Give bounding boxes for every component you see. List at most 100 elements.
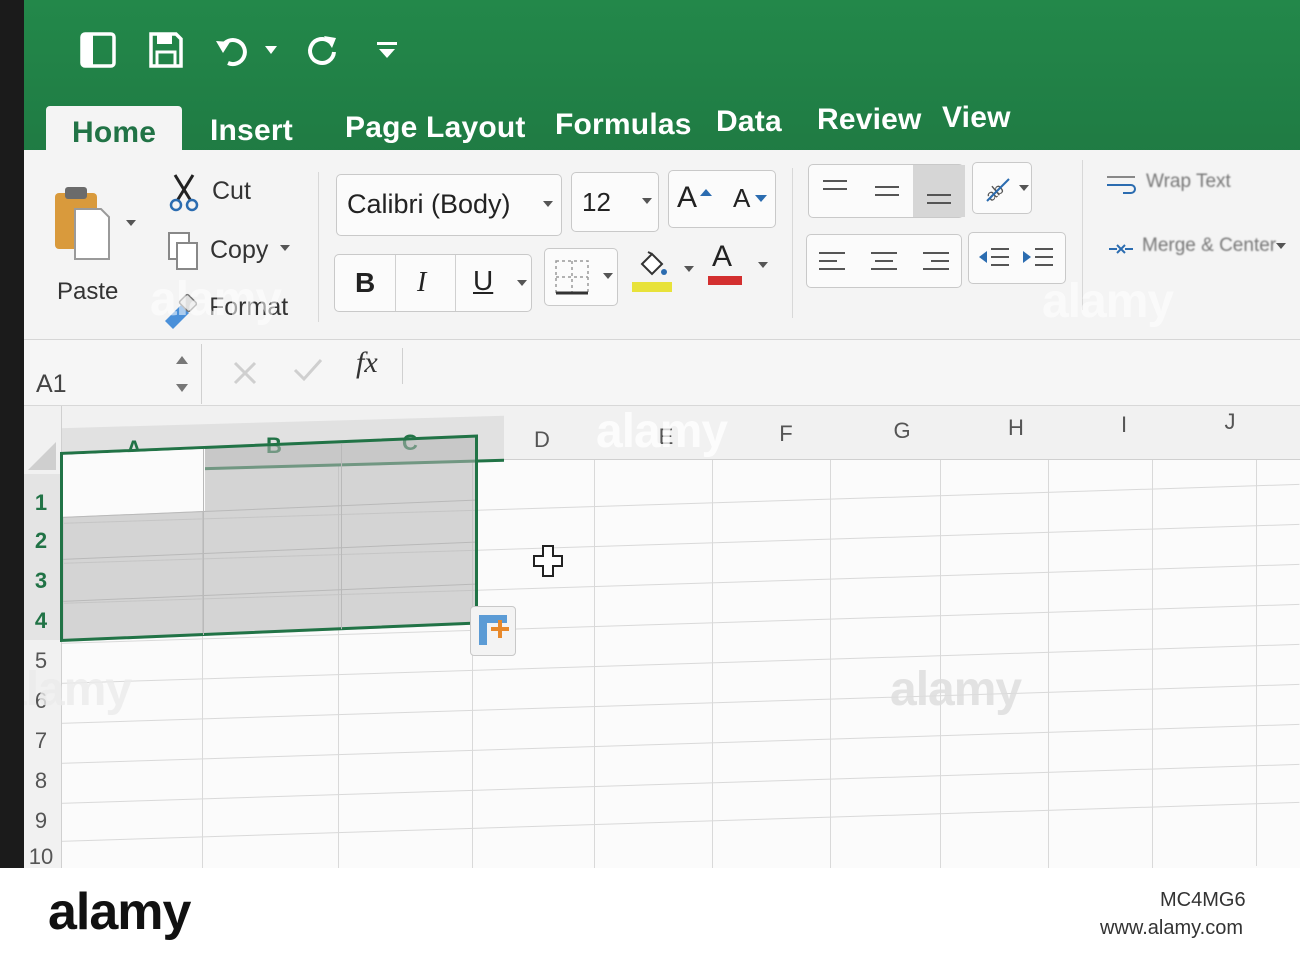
italic-button[interactable]: I [417,267,426,299]
undo-dropdown-icon[interactable] [262,28,280,72]
cancel-icon[interactable] [232,360,258,386]
tab-review[interactable]: Review [817,103,922,137]
insert-function-button[interactable]: fx [356,346,378,380]
grid-column-line [712,436,713,868]
wrap-text-button[interactable]: Wrap Text [1146,171,1231,193]
font-grow-shrink-group: A A [668,170,776,228]
column-header-i[interactable]: I [1104,412,1144,438]
paste-dropdown-icon[interactable] [126,220,136,226]
paste-button[interactable]: Paste [57,278,118,306]
formula-input[interactable] [410,346,1290,386]
font-color-button[interactable]: A [704,240,774,298]
text-orientation-icon: ab [983,178,1010,205]
enter-check-icon[interactable] [292,356,324,384]
underline-dropdown-icon[interactable] [517,280,527,286]
watermark-overlay-text: alamy [1042,275,1174,328]
grid-row-line [24,643,1300,685]
column-header-f[interactable]: F [766,421,806,447]
column-header-g[interactable]: G [882,418,922,444]
copy-button[interactable]: Copy [210,236,268,265]
name-box[interactable]: A1 [24,344,202,404]
watermark-image-id: MC4MG6 [1160,889,1246,911]
shrink-font-button[interactable]: A [733,183,750,214]
row-header-1[interactable]: 1 [26,490,56,516]
undo-icon[interactable] [212,28,256,72]
divider [395,255,396,311]
tab-formulas[interactable]: Formulas [555,108,692,142]
arrow-up-icon [700,189,712,196]
grid-row-line [24,683,1300,725]
wrap-text-icon[interactable] [1104,172,1140,198]
row-header-8[interactable]: 8 [26,768,56,794]
merge-center-button[interactable]: Merge & Center [1142,235,1276,257]
align-top-icon[interactable] [821,175,849,201]
fill-color-swatch [632,282,672,292]
merge-dropdown-icon[interactable] [1276,243,1286,249]
save-icon[interactable] [146,28,186,72]
merge-center-icon[interactable] [1104,236,1138,262]
align-left-icon[interactable] [817,249,847,277]
grid-row-line [24,723,1300,765]
grid-row-line [24,763,1300,805]
watermark-overlay-text: alamy [890,663,1022,716]
scissors-icon[interactable] [166,172,202,214]
column-header-d[interactable]: D [522,427,562,453]
font-size-dropdown[interactable]: 12 [571,172,659,232]
chevron-down-icon [603,273,613,279]
divider [455,255,456,311]
font-style-group: B I U [334,254,532,312]
divider [402,348,403,384]
align-right-icon[interactable] [921,249,951,277]
customize-toolbar-icon[interactable] [372,28,402,72]
chevron-down-icon [642,198,652,204]
horizontal-align-group [806,234,962,288]
tab-view[interactable]: View [942,101,1011,135]
grow-font-button[interactable]: A [677,181,697,215]
row-header-7[interactable]: 7 [26,728,56,754]
underline-button[interactable]: U [473,265,493,297]
arrow-down-icon [755,195,767,202]
row-header-4[interactable]: 4 [26,608,56,634]
quick-analysis-button[interactable] [470,606,516,656]
column-header-h[interactable]: H [996,415,1036,441]
worksheet-grid[interactable]: ABCDEFGHIJ 12345678910 [24,406,1300,868]
cut-button[interactable]: Cut [212,177,251,206]
decrease-indent-icon[interactable] [977,245,1011,273]
screen-bezel [0,0,24,868]
font-size-value: 12 [582,187,611,217]
watermark-band [0,868,1300,957]
bold-button[interactable]: B [355,267,375,299]
font-name-dropdown[interactable]: Calibri (Body) [336,174,562,236]
row-header-3[interactable]: 3 [26,568,56,594]
row-header-2[interactable]: 2 [26,528,56,554]
row-header-10[interactable]: 10 [26,844,56,868]
grid-line [63,583,475,602]
sidebar-toggle-icon[interactable] [76,28,120,72]
name-box-value: A1 [36,370,67,398]
copy-dropdown-icon[interactable] [280,245,290,251]
paint-bucket-icon [640,251,667,276]
orientation-dropdown[interactable]: ab [972,162,1032,214]
align-center-icon[interactable] [869,249,899,277]
grid-column-line [940,432,941,868]
increase-indent-icon[interactable] [1021,245,1055,273]
row-header-9[interactable]: 9 [26,808,56,834]
vertical-align-group [808,164,965,218]
name-box-stepper-icon[interactable] [174,352,190,396]
align-middle-icon[interactable] [873,179,901,205]
column-header-j[interactable]: J [1210,409,1250,435]
tab-data[interactable]: Data [716,105,782,139]
selection-range[interactable] [60,434,482,642]
tab-insert[interactable]: Insert [210,114,293,148]
paste-icon[interactable] [48,182,114,262]
excel-window: Home Insert Page Layout Formulas Data Re… [0,0,1300,868]
fill-color-button[interactable] [628,244,698,302]
redo-icon[interactable] [302,28,342,72]
active-cell[interactable] [63,448,205,517]
borders-dropdown[interactable] [544,248,618,306]
copy-icon[interactable] [166,230,200,272]
watermark-logo: alamy [48,883,191,941]
select-all-button[interactable] [24,426,62,474]
tab-page-layout[interactable]: Page Layout [345,111,526,145]
font-color-swatch [708,276,742,285]
